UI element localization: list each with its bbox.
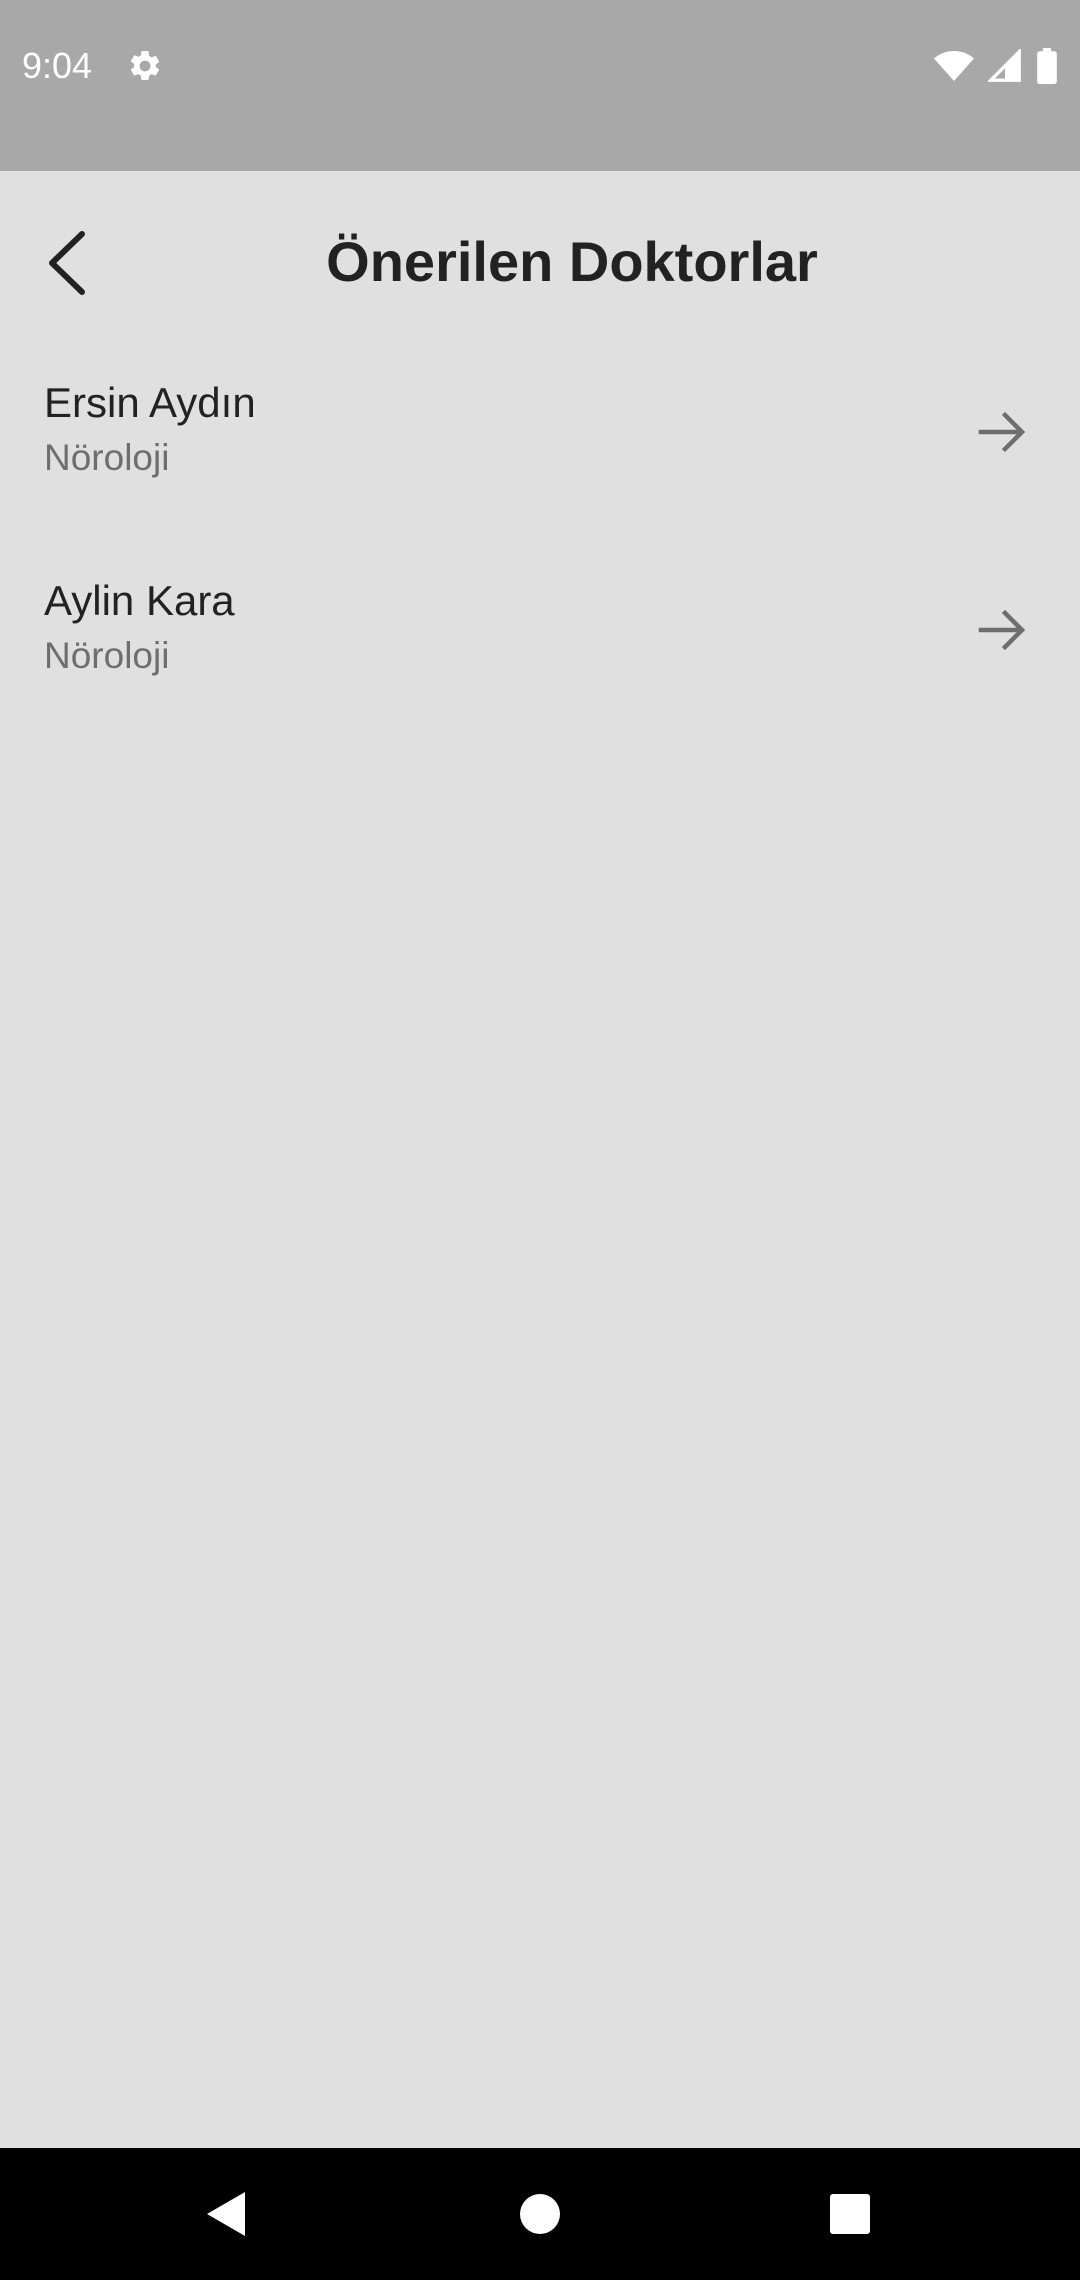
status-icons xyxy=(934,48,1058,84)
arrow-right-icon[interactable] xyxy=(975,603,1029,657)
app-bar: Önerilen Doktorlar xyxy=(0,171,1080,353)
recents-square-icon[interactable] xyxy=(820,2184,880,2244)
page-title: Önerilen Doktorlar xyxy=(326,230,818,293)
list-item[interactable]: Aylin Kara Nöroloji xyxy=(0,551,1080,749)
status-time: 9:04 xyxy=(22,45,93,86)
status-bar: 9:04 xyxy=(0,0,1080,171)
doctor-name: Ersin Aydın xyxy=(44,379,256,426)
gear-icon xyxy=(130,50,160,80)
back-triangle-icon[interactable] xyxy=(195,2184,255,2244)
battery-icon xyxy=(1037,48,1057,84)
list-item[interactable]: Ersin Aydın Nöroloji xyxy=(0,353,1080,551)
doctor-specialty: Nöroloji xyxy=(44,635,170,676)
doctor-name: Aylin Kara xyxy=(44,577,235,624)
doctor-list: Ersin Aydın Nöroloji Aylin Kara Nöroloji xyxy=(0,353,1080,749)
home-circle-icon[interactable] xyxy=(510,2184,570,2244)
signal-icon xyxy=(988,49,1021,82)
system-nav-bar xyxy=(0,2148,1080,2280)
doctor-specialty: Nöroloji xyxy=(44,437,170,478)
arrow-right-icon[interactable] xyxy=(975,405,1029,459)
wifi-icon xyxy=(934,51,974,81)
